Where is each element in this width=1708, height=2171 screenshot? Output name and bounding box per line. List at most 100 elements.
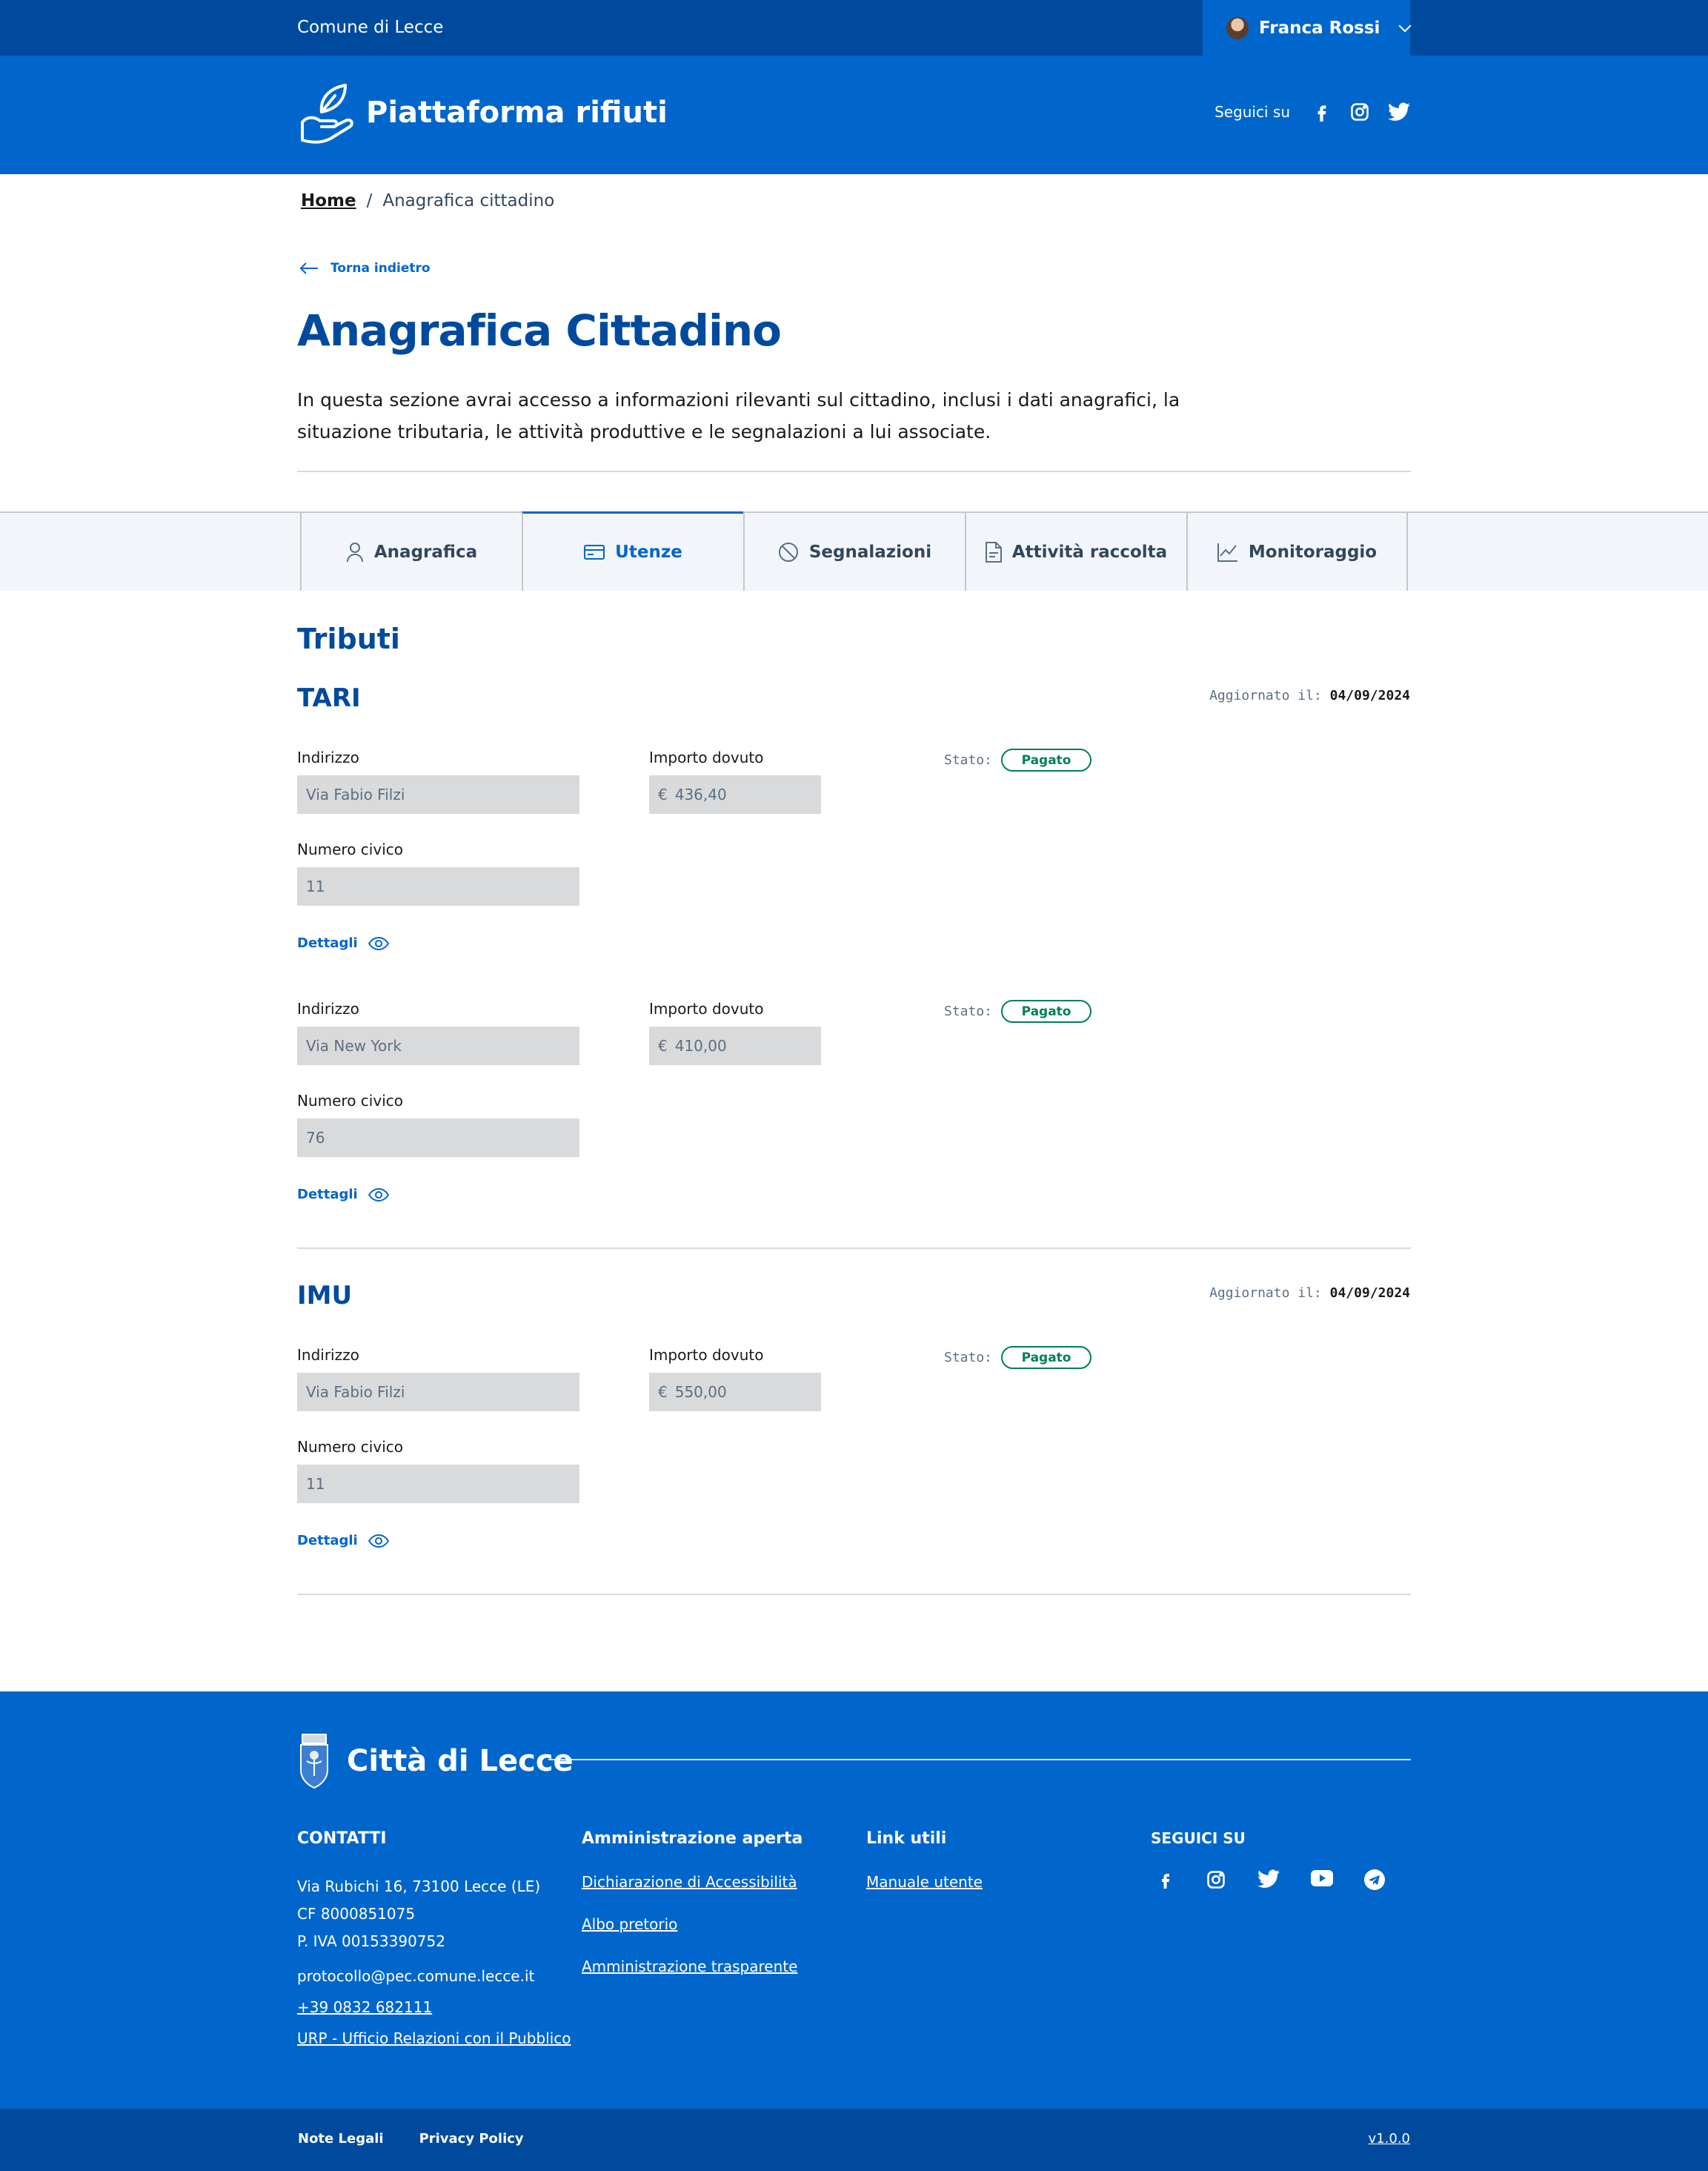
header-social: Seguici su <box>1214 102 1410 122</box>
slim-header: Comune di Lecce Franca Rossi <box>0 0 1708 56</box>
version-link[interactable]: v1.0.0 <box>1369 2131 1410 2147</box>
address-field: Via Fabio Filzi <box>297 1373 579 1411</box>
file-icon <box>985 541 1002 563</box>
app-brand[interactable]: Piattaforma rifiuti <box>299 79 668 146</box>
admin-title: Amministrazione aperta <box>582 1829 803 1848</box>
chevron-down-icon <box>1398 19 1412 32</box>
chart-icon <box>1217 543 1237 562</box>
divider <box>297 471 1411 472</box>
address-field: Via New York <box>297 1027 579 1065</box>
divider <box>297 1247 1411 1249</box>
follow-title: SEGUICI SU <box>1151 1829 1246 1847</box>
address-label: Indirizzo <box>297 1346 359 1364</box>
footer-brand[interactable]: Città di Lecce <box>298 1733 574 1789</box>
tab-monitoraggio[interactable]: Monitoraggio <box>1186 513 1408 591</box>
contact-address: Via Rubichi 16, 73100 Lecce (LE) <box>297 1877 541 1895</box>
card-icon <box>584 545 605 560</box>
albo-pretorio-link[interactable]: Albo pretorio <box>582 1915 803 1933</box>
page-title: Anagrafica Cittadino <box>297 305 782 356</box>
amount-field: €436,40 <box>649 775 821 814</box>
status-badge: Pagato <box>1001 1000 1092 1023</box>
footer-social: SEGUICI SU <box>1151 1829 1385 1890</box>
status: Stato: Pagato <box>944 1000 1092 1023</box>
contact-pec-link[interactable]: protocollo@pec.comune.lecce.it <box>297 1967 571 1985</box>
status: Stato: Pagato <box>944 749 1092 772</box>
eye-icon <box>368 1187 389 1201</box>
status-badge: Pagato <box>1001 749 1092 772</box>
tab-attivita-raccolta[interactable]: Attività raccolta <box>965 513 1186 591</box>
civic-field: 76 <box>297 1118 579 1157</box>
amount-label: Importo dovuto <box>649 1000 764 1018</box>
divider <box>548 1759 1411 1760</box>
org-name-link[interactable]: Comune di Lecce <box>297 18 443 37</box>
eye-icon <box>368 1534 389 1548</box>
amount-field: €410,00 <box>649 1027 821 1065</box>
accessibility-link[interactable]: Dichiarazione di Accessibilità <box>582 1873 803 1891</box>
urp-link[interactable]: URP - Ufficio Relazioni con il Pubblico <box>297 2029 571 2047</box>
details-link[interactable]: Dettagli <box>297 1533 389 1548</box>
manual-link[interactable]: Manuale utente <box>866 1873 983 1891</box>
status-badge: Pagato <box>1001 1346 1092 1369</box>
address-label: Indirizzo <box>297 749 359 766</box>
tab-label: Monitoraggio <box>1248 542 1378 562</box>
civic-label: Numero civico <box>297 841 403 858</box>
avatar <box>1226 16 1249 39</box>
updated-date: Aggiornato il: 04/09/2024 <box>1209 1285 1410 1301</box>
city-crest-icon <box>300 1734 328 1789</box>
footer: Città di Lecce CONTATTI Via Rubichi 16, … <box>0 1691 1708 2109</box>
facebook-icon[interactable] <box>1157 1869 1174 1890</box>
transparency-link[interactable]: Amministrazione trasparente <box>582 1958 803 1975</box>
user-menu-button[interactable]: Franca Rossi <box>1203 0 1412 56</box>
tab-label: Segnalazioni <box>808 542 932 562</box>
twitter-icon[interactable] <box>1388 102 1410 122</box>
tab-segnalazioni[interactable]: Segnalazioni <box>743 513 965 591</box>
page-intro: In questa sezione avrai accesso a inform… <box>297 389 1180 443</box>
tab-label: Utenze <box>615 543 682 562</box>
telegram-icon[interactable] <box>1364 1869 1385 1890</box>
ban-icon <box>778 542 798 562</box>
back-link[interactable]: Torna indietro <box>299 261 431 276</box>
status: Stato: Pagato <box>944 1346 1092 1369</box>
footer-city-name: Città di Lecce <box>347 1744 574 1778</box>
divider <box>297 1594 1411 1595</box>
tab-anagrafica[interactable]: Anagrafica <box>300 513 522 591</box>
eye-icon <box>368 936 389 950</box>
user-name: Franca Rossi <box>1259 18 1380 38</box>
facebook-icon[interactable] <box>1312 102 1332 122</box>
tribute-title: IMU <box>297 1281 353 1310</box>
details-link[interactable]: Dettagli <box>297 1187 389 1202</box>
contact-cf: CF 8000851075 <box>297 1905 416 1923</box>
legal-notes-link[interactable]: Note Legali <box>298 2131 384 2147</box>
tab-utenze[interactable]: Utenze <box>522 511 743 591</box>
civic-label: Numero civico <box>297 1092 403 1110</box>
amount-label: Importo dovuto <box>649 749 764 766</box>
follow-label: Seguici su <box>1214 103 1290 121</box>
civic-field: 11 <box>297 867 579 906</box>
tribute-title: TARI <box>297 683 361 713</box>
center-header: Piattaforma rifiuti Seguici su <box>0 56 1708 174</box>
footer-admin: Amministrazione aperta Dichiarazione di … <box>582 1829 803 1989</box>
details-link[interactable]: Dettagli <box>297 935 389 951</box>
instagram-icon[interactable] <box>1206 1869 1226 1890</box>
contact-phone-link[interactable]: +39 0832 682111 <box>297 1998 571 2016</box>
footer-bottom-bar: Note Legali Privacy Policy v1.0.0 <box>0 2109 1708 2171</box>
civic-label: Numero civico <box>297 1438 403 1456</box>
back-label: Torna indietro <box>330 261 431 276</box>
twitter-icon[interactable] <box>1257 1869 1280 1889</box>
contacts-title: CONTATTI <box>297 1829 387 1848</box>
updated-date: Aggiornato il: 04/09/2024 <box>1209 688 1410 703</box>
youtube-icon[interactable] <box>1311 1869 1333 1887</box>
breadcrumb: Home / Anagrafica cittadino <box>301 191 554 211</box>
instagram-icon[interactable] <box>1349 102 1370 122</box>
address-label: Indirizzo <box>297 1000 359 1018</box>
address-field: Via Fabio Filzi <box>297 775 579 814</box>
contact-piva: P. IVA 00153390752 <box>297 1932 445 1950</box>
amount-field: €550,00 <box>649 1373 821 1411</box>
breadcrumb-home-link[interactable]: Home <box>301 191 356 211</box>
footer-useful: Link utili Manuale utente <box>866 1829 983 1904</box>
civic-field: 11 <box>297 1465 579 1503</box>
privacy-policy-link[interactable]: Privacy Policy <box>419 2131 524 2147</box>
footer-contacts: CONTATTI Via Rubichi 16, 73100 Lecce (LE… <box>297 1829 571 2061</box>
breadcrumb-current: Anagrafica cittadino <box>382 191 555 211</box>
tab-label: Anagrafica <box>373 542 478 562</box>
